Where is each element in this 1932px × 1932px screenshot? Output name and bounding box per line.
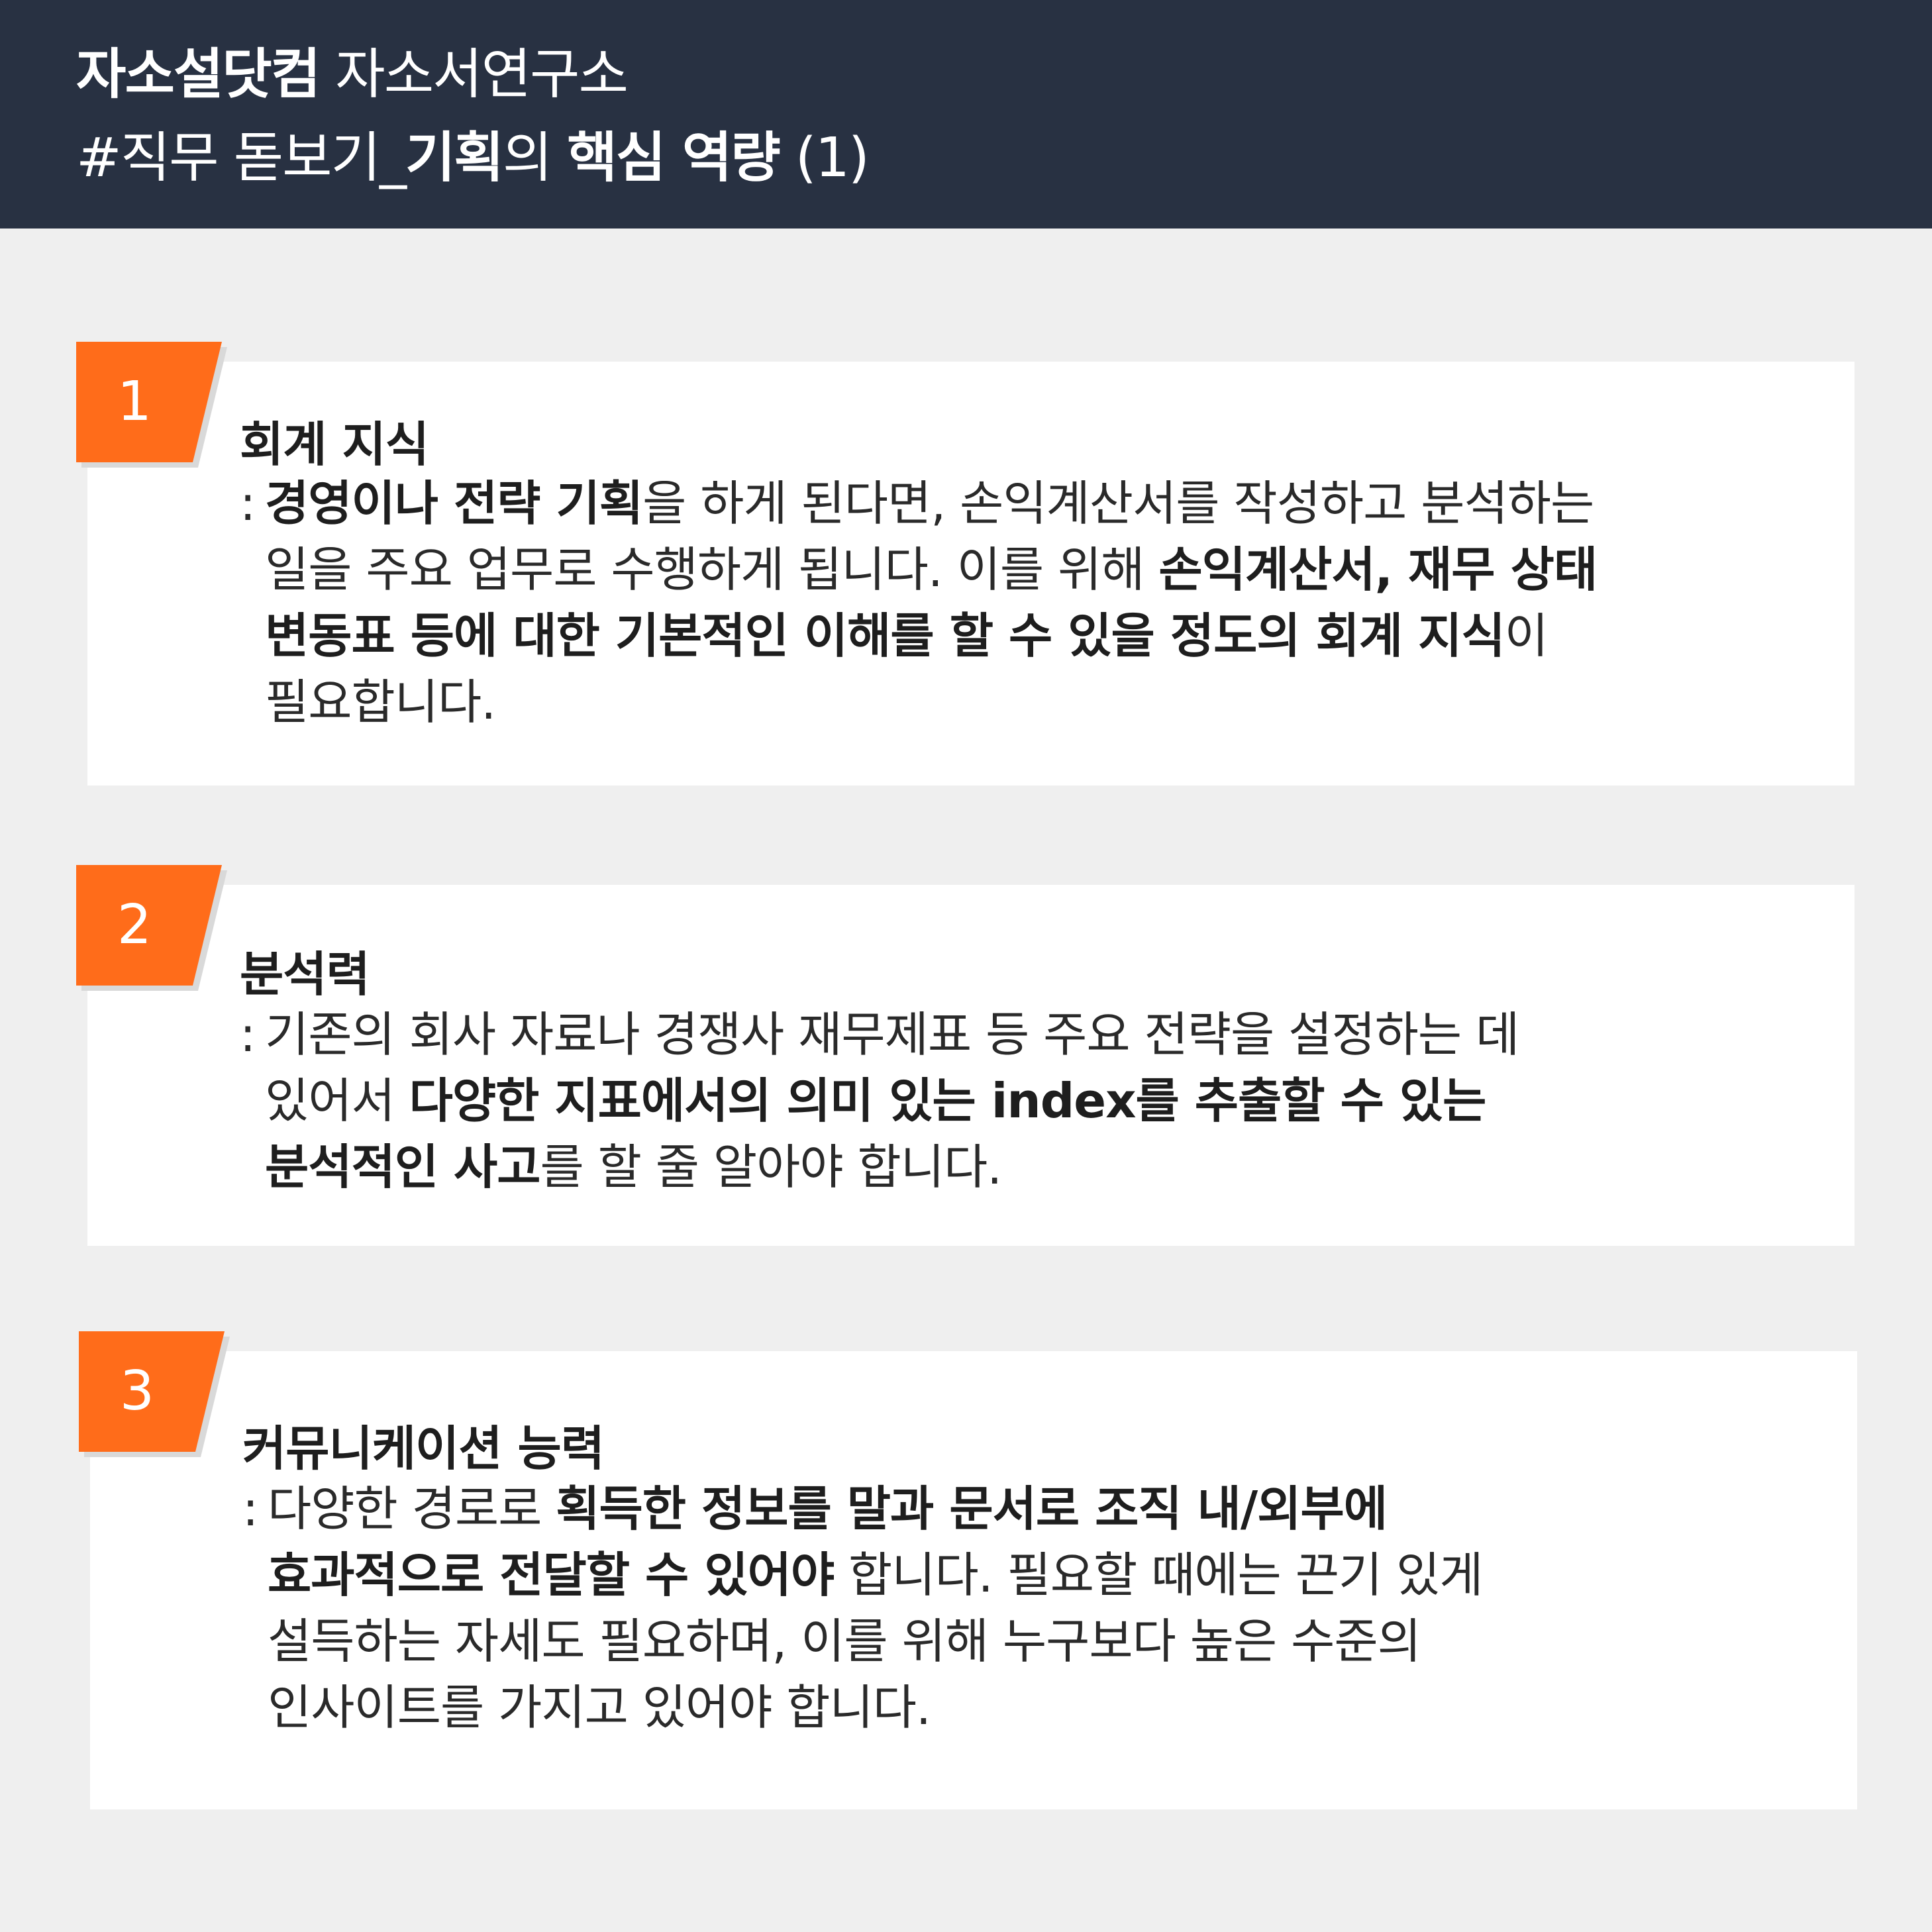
body-line: 인사이트를 가지고 있어야 합니다. [242, 1674, 1483, 1741]
section-title: 회계 지식 [240, 417, 429, 472]
section-card-3: 커뮤니케이션 능력 : 다양한 경로로 획득한 정보를 말과 문서로 조직 내/외… [90, 1351, 1857, 1809]
body-text: 를 할 줄 알아야 합니다. [540, 1139, 1003, 1195]
header-title: 자소설닷컴 자소서연구소 [76, 48, 629, 102]
body-text: 을 하게 된다면, 손익계산서를 작성하고 분석하는 [642, 476, 1594, 531]
body-line: : 다양한 경로로 획득한 정보를 말과 문서로 조직 내/외부에 [242, 1476, 1483, 1542]
body-colon: : [240, 1007, 256, 1062]
body-line: 변동표 등에 대한 기본적인 이해를 할 수 있을 정도의 회계 지식이 [240, 603, 1597, 669]
subtitle-part-e: (1) [779, 127, 870, 189]
body-line: 필요합니다. [240, 669, 1597, 735]
brand-name: 자소설닷컴 [76, 43, 321, 106]
body-text: 기존의 회사 자료나 경쟁사 재무제표 등 주요 전략을 설정하는 데 [265, 1007, 1519, 1062]
subtitle-part-c: 의 [502, 127, 568, 189]
body-line: 일을 주요 업무로 수행하게 됩니다. 이를 위해 손익계산서, 재무 상태 [240, 536, 1598, 603]
section-number: 2 [117, 893, 152, 956]
body-text-bold: 경영이나 전략 기획 [265, 476, 643, 531]
body-text: 설득하는 자세도 필요하며, 이를 위해 누구보다 높은 수준의 [268, 1613, 1421, 1669]
section-title: 커뮤니케이션 능력 [242, 1421, 605, 1476]
section-number: 3 [119, 1360, 155, 1423]
body-line: : 기존의 회사 자료나 경쟁사 재무제표 등 주요 전략을 설정하는 데 [240, 1001, 1519, 1068]
section-card-1: 회계 지식 : 경영이나 전략 기획을 하게 된다면, 손익계산서를 작성하고 분… [87, 362, 1855, 786]
body-text-bold: 손익계산서, 재무 상태 [1158, 542, 1598, 597]
subtitle-part-d: 핵심 역량 [567, 127, 780, 189]
section-body: : 다양한 경로로 획득한 정보를 말과 문서로 조직 내/외부에 효과적으로 전달… [242, 1476, 1484, 1741]
body-text: 필요합니다. [265, 674, 496, 730]
body-colon: : [240, 476, 256, 531]
body-text-bold: 다양한 지표에서의 의미 있는 index를 추출할 수 있는 [409, 1073, 1487, 1129]
body-text-bold: 변동표 등에 대한 기본적인 이해를 할 수 있을 정도의 회계 지식 [265, 608, 1505, 664]
body-line: 설득하는 자세도 필요하며, 이를 위해 누구보다 높은 수준의 [242, 1608, 1483, 1674]
body-line: 분석적인 사고를 할 줄 알아야 합니다. [240, 1134, 1519, 1200]
body-text: 일을 주요 업무로 수행하게 됩니다. 이를 위해 [265, 542, 1159, 597]
body-text-bold: 효과적으로 전달할 수 있어야 [268, 1547, 835, 1603]
subtitle-part-a: #직무 돋보기_ [76, 127, 407, 189]
body-line: : 경영이나 전략 기획을 하게 된다면, 손익계산서를 작성하고 분석하는 [240, 470, 1597, 536]
section-body: : 기존의 회사 자료나 경쟁사 재무제표 등 주요 전략을 설정하는 데 있어서 … [240, 1001, 1519, 1200]
body-text: 인사이트를 가지고 있어야 합니다. [268, 1680, 931, 1735]
body-text: 다양한 경로로 [268, 1481, 556, 1537]
subtitle-part-b: 기획 [405, 127, 504, 189]
section-number: 1 [117, 370, 152, 433]
header-banner: 자소설닷컴 자소서연구소 #직무 돋보기_기획의 핵심 역량 (1) [0, 0, 1932, 229]
brand-subtitle: 자소서연구소 [319, 43, 629, 106]
section-card-2: 분석력 : 기존의 회사 자료나 경쟁사 재무제표 등 주요 전략을 설정하는 데… [87, 885, 1855, 1246]
body-text: 합니다. 필요할 때에는 끈기 있게 [834, 1547, 1484, 1603]
body-line: 효과적으로 전달할 수 있어야 합니다. 필요할 때에는 끈기 있게 [242, 1542, 1484, 1608]
body-text-bold: 획득한 정보를 말과 문서로 조직 내/외부에 [556, 1481, 1388, 1537]
section-body: : 경영이나 전략 기획을 하게 된다면, 손익계산서를 작성하고 분석하는 일을 … [240, 470, 1598, 735]
body-text: 이 [1504, 608, 1549, 664]
body-colon: : [242, 1481, 258, 1537]
header-subtitle: #직무 돋보기_기획의 핵심 역량 (1) [76, 131, 870, 185]
body-text: 있어서 [265, 1073, 409, 1129]
body-line: 있어서 다양한 지표에서의 의미 있는 index를 추출할 수 있는 [240, 1068, 1519, 1134]
body-text-bold: 분석적인 사고 [265, 1139, 541, 1195]
section-title: 분석력 [240, 946, 370, 1002]
